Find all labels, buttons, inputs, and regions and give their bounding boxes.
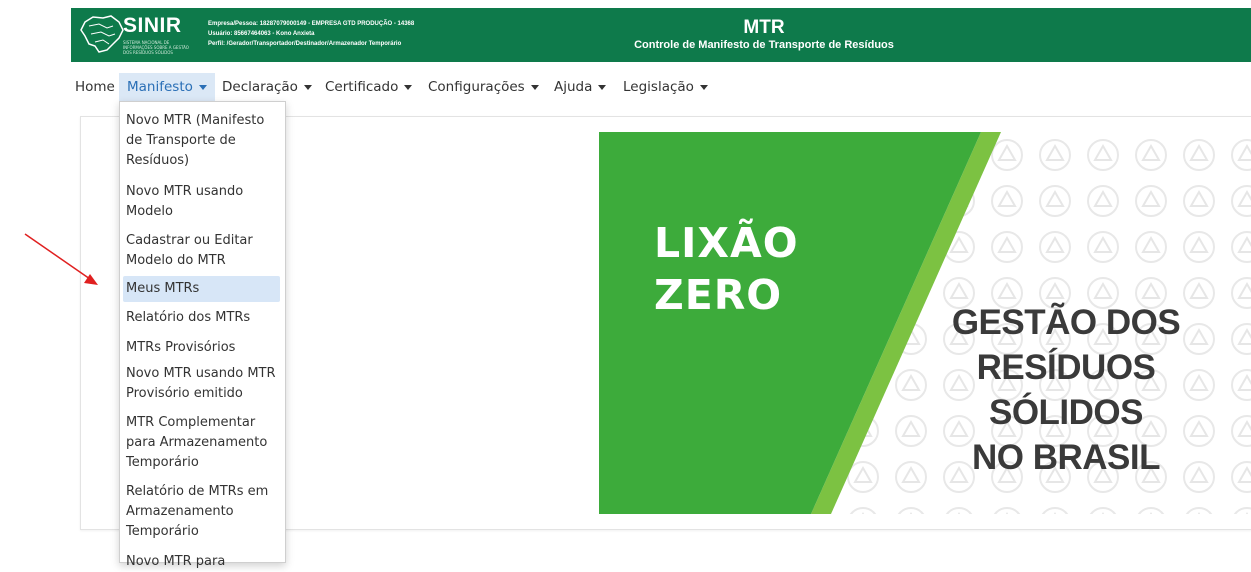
app-header: SINIR SISTEMA NACIONAL DE INFORMAÇÕES SO… xyxy=(71,8,1251,62)
lixao-zero-banner: LIXÃO ZERO GESTÃO DOS RESÍDUOS SÓLIDOS N… xyxy=(599,132,1251,514)
menu-item-novo-mtr-para[interactable]: Novo MTR para xyxy=(120,552,285,572)
menu-item-relatorio-mtrs[interactable]: Relatório dos MTRs xyxy=(120,308,285,328)
nav-certificado[interactable]: Certificado xyxy=(325,73,413,101)
menu-item-novo-mtr[interactable]: Novo MTR (Manifesto de Transporte de Res… xyxy=(120,111,285,171)
menu-item-mtr-complementar[interactable]: MTR Complementar para Armazenamento Temp… xyxy=(120,413,285,473)
nav-ajuda[interactable]: Ajuda xyxy=(554,73,607,101)
nav-manifesto-label: Manifesto xyxy=(127,79,193,95)
caret-down-icon xyxy=(598,84,607,90)
lixao-line2: ZERO xyxy=(654,271,783,319)
lixao-line1: LIXÃO xyxy=(654,219,799,267)
gestao-line1: GESTÃO DOS xyxy=(951,303,1181,342)
lixao-zero-text: LIXÃO ZERO xyxy=(654,217,799,321)
nav-declaracao[interactable]: Declaração xyxy=(222,73,312,101)
page-subtitle: Controle de Manifesto de Transporte de R… xyxy=(634,39,894,51)
menu-item-cadastrar-modelo[interactable]: Cadastrar ou Editar Modelo do MTR xyxy=(120,231,285,271)
title-block: MTR Controle de Manifesto de Transporte … xyxy=(624,18,904,53)
logo-text: SINIR xyxy=(123,14,182,37)
nav-manifesto[interactable]: Manifesto xyxy=(119,73,215,101)
menu-item-mtrs-provisorios[interactable]: MTRs Provisórios xyxy=(120,338,285,358)
usuario-text: Usuário: 85667464063 - Kono Anxieta xyxy=(208,31,315,37)
empresa-text: Empresa/Pessoa: 18287079000149 - EMPRESA… xyxy=(208,21,415,27)
menu-item-meus-mtrs[interactable]: Meus MTRs xyxy=(123,276,280,302)
caret-down-icon xyxy=(530,84,539,90)
gestao-line4: NO BRASIL xyxy=(972,438,1161,477)
logo-subtitle: SISTEMA NACIONAL DE INFORMAÇÕES SOBRE A … xyxy=(123,40,189,54)
user-info: Empresa/Pessoa: 18287079000149 - EMPRESA… xyxy=(208,19,414,49)
nav-ajuda-label: Ajuda xyxy=(554,79,593,95)
menu-item-relatorio-armazenamento[interactable]: Relatório de MTRs em Armazenamento Tempo… xyxy=(120,482,285,542)
menu-item-novo-mtr-provisorio[interactable]: Novo MTR usando MTR Provisório emitido xyxy=(120,364,285,404)
gestao-text: GESTÃO DOS RESÍDUOS SÓLIDOS NO BRASIL xyxy=(951,300,1181,480)
caret-down-icon xyxy=(198,84,207,90)
nav-legislacao[interactable]: Legislação xyxy=(623,73,708,101)
page-title: MTR xyxy=(743,17,785,38)
caret-down-icon xyxy=(699,84,708,90)
gestao-line2: RESÍDUOS xyxy=(976,348,1156,387)
menu-item-novo-mtr-modelo[interactable]: Novo MTR usando Modelo xyxy=(120,182,285,222)
caret-down-icon xyxy=(303,84,312,90)
nav-declaracao-label: Declaração xyxy=(222,79,298,95)
nav-configuracoes-label: Configurações xyxy=(428,79,525,95)
nav-certificado-label: Certificado xyxy=(325,79,399,95)
manifesto-dropdown-menu: Novo MTR (Manifesto de Transporte de Res… xyxy=(119,101,286,569)
nav-legislacao-label: Legislação xyxy=(623,79,694,95)
nav-configuracoes[interactable]: Configurações xyxy=(428,73,539,101)
perfil-text: Perfil: /Gerador/Transportador/Destinado… xyxy=(208,41,402,47)
gestao-line3: SÓLIDOS xyxy=(988,393,1144,432)
red-arrow-icon xyxy=(24,233,98,285)
caret-down-icon xyxy=(404,84,413,90)
